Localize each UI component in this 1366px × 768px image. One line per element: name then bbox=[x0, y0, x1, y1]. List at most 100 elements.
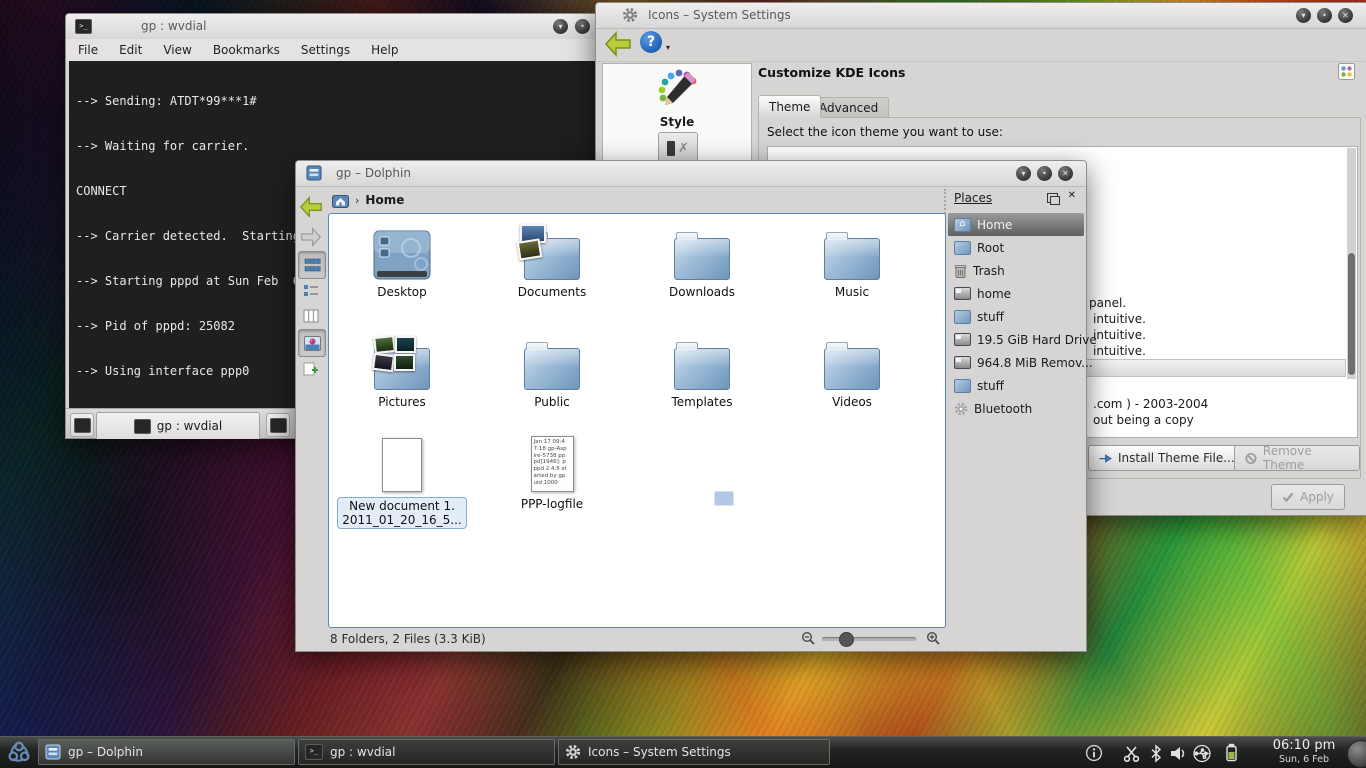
minimize-button[interactable]: ▾ bbox=[1296, 8, 1311, 23]
menu-help[interactable]: Help bbox=[371, 43, 398, 57]
task-button-dolphin[interactable]: gp – Dolphin bbox=[38, 739, 295, 765]
task-label: gp : wvdial bbox=[330, 745, 395, 759]
bluetooth-icon[interactable] bbox=[1146, 743, 1166, 763]
konsole-window-title: gp : wvdial bbox=[141, 19, 206, 33]
scrollbar-thumb[interactable] bbox=[1348, 253, 1355, 375]
dolphin-toolbar bbox=[296, 187, 326, 626]
places-item-home-partition[interactable]: home bbox=[948, 282, 1084, 305]
file-item-documents[interactable]: Documents bbox=[482, 222, 622, 299]
maximize-button[interactable]: • bbox=[575, 19, 590, 34]
places-item-stuff[interactable]: stuff bbox=[948, 305, 1084, 328]
places-label: Bluetooth bbox=[974, 402, 1032, 416]
remove-theme-label: Remove Theme bbox=[1263, 444, 1349, 472]
bluetooth-icon bbox=[954, 402, 968, 416]
file-item-public[interactable]: Public bbox=[482, 332, 622, 409]
zoom-out-icon[interactable] bbox=[801, 631, 816, 646]
check-icon bbox=[1282, 491, 1294, 503]
help-button[interactable]: ? bbox=[640, 31, 662, 53]
zoom-slider-handle[interactable] bbox=[839, 632, 854, 647]
file-manager-icon bbox=[45, 744, 61, 760]
battery-icon[interactable] bbox=[1221, 743, 1241, 763]
folder-view[interactable]: Desktop Documents Downloads Music bbox=[328, 213, 946, 628]
file-item-templates[interactable]: Templates bbox=[632, 332, 772, 409]
terminal-icon bbox=[270, 418, 287, 433]
volume-icon[interactable] bbox=[1168, 743, 1188, 763]
places-item-root[interactable]: Root bbox=[948, 236, 1084, 259]
maximize-button[interactable]: • bbox=[1037, 166, 1052, 181]
file-label: Downloads bbox=[632, 285, 772, 299]
gear-icon bbox=[622, 7, 638, 23]
maximize-button[interactable]: • bbox=[1317, 8, 1332, 23]
task-button-wvdial[interactable]: >_ gp : wvdial bbox=[298, 739, 555, 765]
split-view-button[interactable] bbox=[299, 357, 323, 381]
file-item-ppp-logfile[interactable]: Jan 17 09:47:18 gp-Asp ire-5738 pppd[194… bbox=[482, 434, 622, 511]
columns-view-icon bbox=[303, 309, 319, 323]
places-item-stuff-2[interactable]: stuff bbox=[948, 374, 1084, 397]
apply-button[interactable]: Apply bbox=[1271, 484, 1345, 510]
menu-settings[interactable]: Settings bbox=[301, 43, 350, 57]
file-label: Documents bbox=[482, 285, 622, 299]
list-item-fragment: intuitive. bbox=[1093, 312, 1146, 326]
gear-icon bbox=[565, 744, 581, 760]
places-item-hard-drive[interactable]: 19.5 GiB Hard Drive bbox=[948, 328, 1084, 351]
dolphin-titlebar[interactable]: gp – Dolphin ▾ • ✕ bbox=[296, 161, 1086, 187]
launcher-icon[interactable] bbox=[4, 738, 34, 768]
klipper-scissors-icon[interactable] bbox=[1121, 743, 1141, 763]
breadcrumb-home[interactable]: Home bbox=[365, 193, 404, 207]
zoom-in-icon[interactable] bbox=[926, 631, 941, 646]
places-item-home[interactable]: ⌂ Home bbox=[948, 213, 1084, 236]
remove-theme-button[interactable]: Remove Theme bbox=[1234, 445, 1360, 471]
details-view-button[interactable] bbox=[299, 279, 323, 303]
close-button[interactable]: ✕ bbox=[1338, 8, 1353, 23]
panel-cashew-icon[interactable] bbox=[1347, 740, 1366, 768]
system-settings-titlebar[interactable]: Icons – System Settings ▾ • ✕ bbox=[596, 3, 1366, 29]
file-item-music[interactable]: Music bbox=[782, 222, 922, 299]
konsole-tab[interactable]: gp : wvdial bbox=[96, 412, 260, 439]
text-file-icon: Jan 17 09:47:18 gp-Asp ire-5738 pppd[194… bbox=[531, 436, 574, 492]
konsole-titlebar[interactable]: >_ gp : wvdial ▾ • bbox=[66, 14, 603, 40]
photo-thumbnail bbox=[372, 353, 395, 372]
help-caret-icon[interactable]: ▾ bbox=[666, 43, 670, 52]
tab-list-button[interactable] bbox=[266, 413, 290, 437]
file-item-desktop[interactable]: Desktop bbox=[332, 222, 472, 299]
blank-document-icon bbox=[382, 438, 422, 492]
minimize-button[interactable]: ▾ bbox=[1016, 166, 1031, 181]
file-item-videos[interactable]: Videos bbox=[782, 332, 922, 409]
back-button[interactable] bbox=[298, 194, 324, 220]
breadcrumb: › Home bbox=[326, 187, 946, 213]
close-button[interactable]: ✕ bbox=[1058, 166, 1073, 181]
notifications-icon[interactable] bbox=[1084, 743, 1104, 763]
install-theme-button[interactable]: Install Theme File... bbox=[1088, 445, 1246, 471]
places-item-removable[interactable]: 964.8 MiB Remov... bbox=[948, 351, 1084, 374]
description-fragment: out being a copy bbox=[1093, 413, 1194, 427]
wrench-icon: ✗ bbox=[678, 141, 689, 156]
file-item-new-document[interactable]: New document 1.2011_01_20_16_5... bbox=[332, 434, 472, 529]
preview-toggle-button[interactable] bbox=[298, 329, 326, 357]
file-item-pictures[interactable]: Pictures bbox=[332, 332, 472, 409]
preview-icon bbox=[304, 336, 321, 351]
icons-view-button[interactable] bbox=[298, 251, 326, 279]
home-folder-icon[interactable] bbox=[332, 193, 349, 208]
task-button-system-settings[interactable]: Icons – System Settings bbox=[558, 739, 830, 765]
folder-icon bbox=[824, 238, 880, 280]
clock[interactable]: 06:10 pm Sun, 6 Feb bbox=[1264, 739, 1344, 767]
places-item-trash[interactable]: Trash bbox=[948, 259, 1084, 282]
zoom-slider-track[interactable] bbox=[822, 637, 916, 641]
usb-device-icon[interactable] bbox=[1192, 743, 1212, 763]
minimize-button[interactable]: ▾ bbox=[553, 19, 568, 34]
details-view-icon bbox=[303, 284, 319, 298]
places-label: Root bbox=[977, 241, 1004, 255]
scrollbar-track[interactable] bbox=[1347, 148, 1356, 380]
columns-view-button[interactable] bbox=[299, 304, 323, 328]
menu-edit[interactable]: Edit bbox=[119, 43, 142, 57]
menu-view[interactable]: View bbox=[163, 43, 191, 57]
menu-file[interactable]: File bbox=[78, 43, 98, 57]
file-item-downloads[interactable]: Downloads bbox=[632, 222, 772, 299]
tab-theme[interactable]: Theme bbox=[758, 95, 821, 118]
places-item-bluetooth[interactable]: Bluetooth bbox=[948, 397, 1084, 420]
new-tab-button[interactable] bbox=[70, 413, 94, 437]
menu-bookmarks[interactable]: Bookmarks bbox=[213, 43, 280, 57]
back-arrow-icon[interactable] bbox=[604, 31, 632, 57]
forward-button[interactable] bbox=[298, 224, 324, 250]
sidebar-item-style[interactable]: Style bbox=[603, 68, 751, 129]
